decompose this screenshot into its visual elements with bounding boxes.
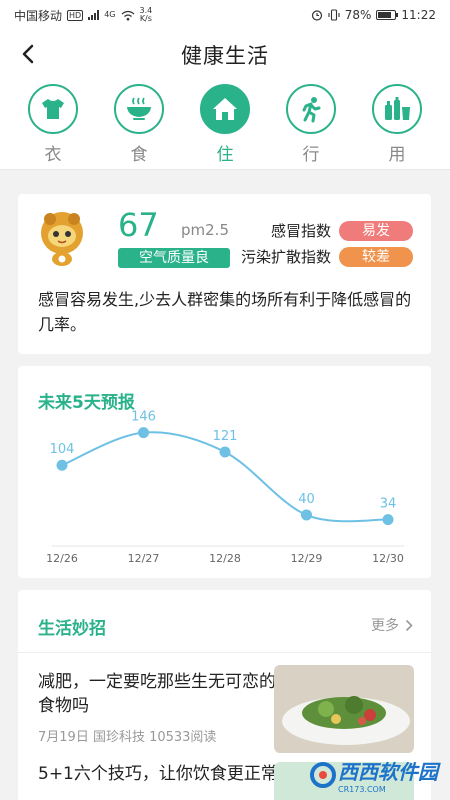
mascot-icon: [41, 212, 83, 266]
running-icon: [286, 84, 336, 134]
app-header: 健康生活: [0, 30, 450, 80]
tab-label: 衣: [44, 145, 62, 165]
x-tick-label: 12/30: [372, 552, 404, 565]
page-title: 健康生活: [181, 44, 269, 68]
x-tick-label: 12/27: [128, 552, 160, 565]
carrier-label: 中国移动: [14, 8, 63, 23]
hd-badge: HD: [67, 9, 84, 21]
more-link[interactable]: 更多: [371, 615, 413, 635]
pollution-index-row: 污染扩散指数 较差: [241, 246, 413, 267]
aqi-unit: pm2.5: [181, 221, 229, 239]
data-point: [382, 514, 394, 526]
cold-index-row: 感冒指数 易发: [271, 220, 413, 241]
network-type: 4G: [104, 10, 116, 19]
air-quality-card: 67 pm2.5 空气质量良 感冒指数 易发 污染扩散指数 较差 感冒容易发生,…: [18, 194, 431, 354]
data-point: [219, 446, 231, 458]
chevron-left-icon: [22, 44, 34, 64]
category-tabs: 衣 食 住 行 用: [0, 80, 450, 170]
tab-label: 食: [130, 145, 148, 165]
divider: [18, 652, 431, 653]
x-tick-label: 12/29: [291, 552, 323, 565]
tab-housing[interactable]: 住: [193, 84, 257, 169]
back-button[interactable]: [14, 40, 42, 68]
network-speed: 3.4 K/s: [140, 7, 153, 23]
data-point: [138, 427, 149, 439]
battery-percent: 78%: [344, 8, 372, 22]
data-label: 40: [298, 492, 315, 507]
tab-goods[interactable]: 用: [365, 84, 429, 169]
signal-icon: [88, 10, 100, 20]
health-advice-text: 感冒容易发生,少去人群密集的场所有利于降低感冒的几率。: [38, 290, 412, 334]
more-label: 更多: [371, 618, 399, 634]
alarm-icon: [311, 10, 322, 21]
article-thumbnail[interactable]: [274, 665, 414, 753]
logo-icon: [310, 762, 336, 788]
tab-food[interactable]: 食: [107, 84, 171, 169]
forecast-chart: 104 12/26 146 12/27 121 12/28 40 12/29 34 12/30: [46, 410, 404, 565]
index-value-badge: 易发: [339, 220, 413, 241]
data-label: 104: [50, 442, 75, 457]
watermark-sub: CR173.COM: [338, 785, 386, 794]
vibrate-icon: [328, 9, 340, 21]
wifi-icon: [121, 10, 134, 20]
chevron-right-icon: [405, 619, 413, 631]
data-point: [56, 459, 68, 471]
watermark-text: 西西软件园: [338, 760, 438, 784]
bottles-icon: [372, 84, 422, 134]
tshirt-icon: [28, 84, 78, 134]
index-name: 污染扩散指数: [240, 248, 331, 266]
aqi-value: 67: [118, 206, 159, 244]
article-title[interactable]: 减肥，一定要吃那些生无可恋的食物吗: [38, 670, 278, 718]
speed-unit: K/s: [139, 14, 152, 23]
tab-label: 用: [388, 145, 406, 165]
data-label: 121: [213, 429, 238, 444]
tab-travel[interactable]: 行: [279, 84, 343, 169]
status-bar: 中国移动 HD 4G 3.4 K/s 78% 11:22: [0, 0, 450, 30]
index-value-badge: 较差: [339, 246, 413, 267]
article-title[interactable]: 5+1六个技巧，让你饮食更正常: [38, 762, 278, 786]
battery-icon: [376, 10, 399, 20]
tab-label: 行: [302, 145, 320, 165]
air-quality-level: 空气质量良: [118, 248, 230, 268]
data-label: 146: [131, 410, 156, 425]
index-name: 感冒指数: [270, 222, 331, 240]
bowl-icon: [114, 84, 164, 134]
x-tick-label: 12/26: [46, 552, 78, 565]
watermark-logo: 西西软件园 CR173.COM: [310, 756, 438, 794]
tab-clothing[interactable]: 衣: [21, 84, 85, 169]
data-label: 34: [380, 497, 397, 512]
series-line: [61, 431, 389, 523]
clock: 11:22: [401, 8, 436, 22]
tab-label: 住: [216, 145, 234, 165]
house-icon: [200, 84, 250, 134]
article-meta: 7月19日 国珍科技 10533阅读: [38, 730, 217, 745]
data-point: [301, 509, 312, 521]
tips-title: 生活妙招: [38, 619, 106, 639]
x-tick-label: 12/28: [209, 552, 241, 565]
forecast-card: 未来5天预报 104 12/26 146 12/27 121 12/28 40 12/29 34…: [18, 366, 431, 578]
